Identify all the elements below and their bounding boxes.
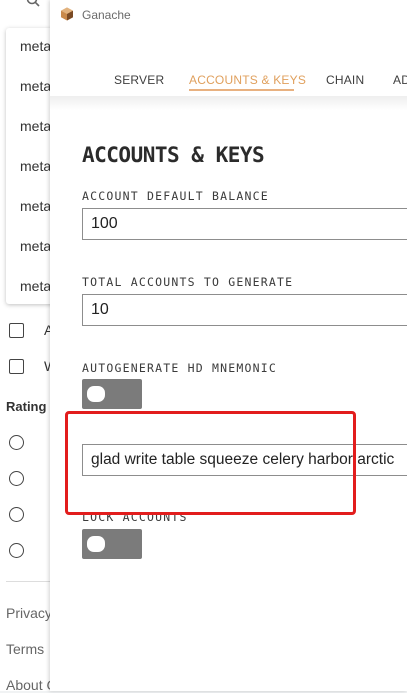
search-icon[interactable] [26, 0, 40, 8]
default-balance-label: ACCOUNT DEFAULT BALANCE [82, 189, 269, 203]
page-title: ACCOUNTS & KEYS [82, 143, 265, 167]
rating-radio[interactable] [9, 543, 24, 558]
footer-link-privacy[interactable]: Privacy [6, 605, 52, 621]
suggestion-item[interactable]: meta [20, 238, 51, 254]
suggestion-item[interactable]: meta [20, 198, 51, 214]
tab-server[interactable]: SERVER [114, 73, 164, 87]
active-tab-indicator [189, 89, 294, 91]
footer-link-terms[interactable]: Terms [6, 641, 44, 657]
rating-radio[interactable] [9, 435, 24, 450]
rating-radio[interactable] [9, 471, 24, 486]
header-shadow [50, 96, 407, 110]
tab-advanced[interactable]: AD [393, 73, 407, 87]
toggle-knob [87, 386, 105, 402]
lock-accounts-toggle[interactable] [82, 529, 142, 559]
tab-accounts-keys[interactable]: ACCOUNTS & KEYS [189, 73, 306, 87]
autogenerate-mnemonic-toggle[interactable] [82, 379, 142, 409]
autogenerate-mnemonic-label: AUTOGENERATE HD MNEMONIC [82, 361, 277, 375]
ganache-logo-icon [61, 7, 73, 21]
total-accounts-label: TOTAL ACCOUNTS TO GENERATE [82, 275, 294, 289]
filter-checkbox[interactable] [9, 323, 24, 338]
suggestion-item[interactable]: meta [20, 278, 51, 294]
tab-chain[interactable]: CHAIN [326, 73, 364, 87]
mnemonic-input[interactable] [82, 444, 407, 476]
title-bar: Ganache [50, 0, 407, 30]
rating-radio[interactable] [9, 507, 24, 522]
suggestion-item[interactable]: meta [20, 118, 51, 134]
ganache-window: Ganache SERVER ACCOUNTS & KEYS CHAIN AD … [50, 0, 407, 691]
suggestion-item[interactable]: meta [20, 158, 51, 174]
total-accounts-input[interactable] [82, 294, 407, 326]
suggestion-item[interactable]: meta [20, 78, 51, 94]
lock-accounts-label: LOCK ACCOUNTS [82, 510, 188, 524]
default-balance-input[interactable] [82, 208, 407, 240]
toggle-knob [87, 536, 105, 552]
rating-section-title: Rating [6, 399, 47, 414]
divider [6, 581, 50, 582]
window-title: Ganache [82, 8, 131, 22]
filter-checkbox[interactable] [9, 359, 24, 374]
suggestion-item[interactable]: meta [20, 38, 51, 54]
settings-tab-bar: SERVER ACCOUNTS & KEYS CHAIN AD [50, 66, 407, 96]
